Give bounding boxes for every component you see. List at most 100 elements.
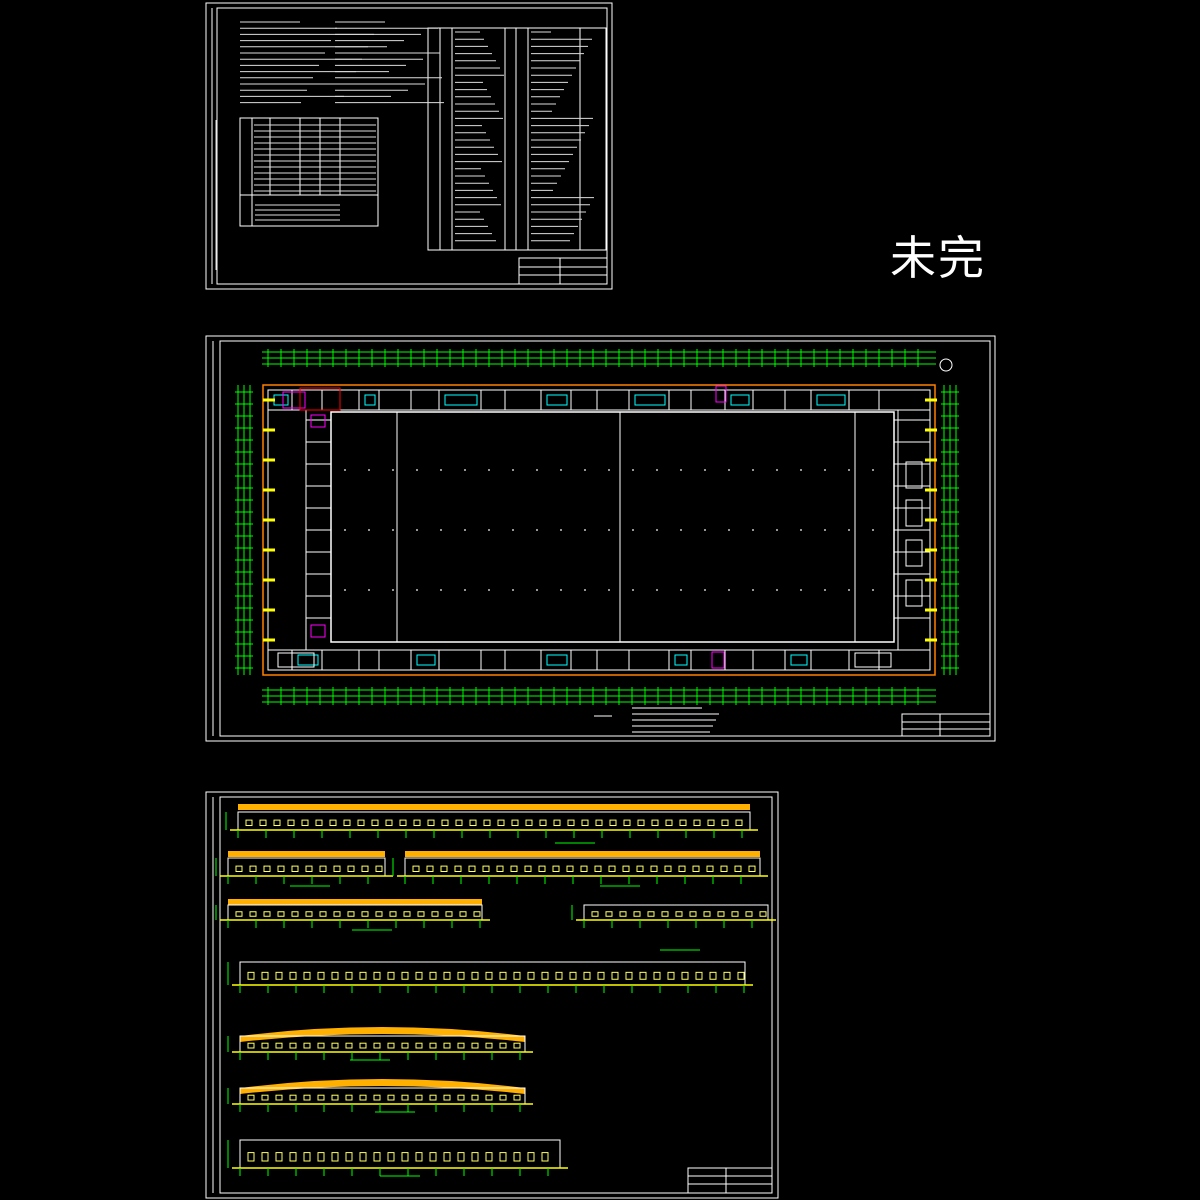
window <box>389 911 397 917</box>
stair <box>905 579 923 607</box>
window <box>650 865 658 872</box>
window <box>333 911 341 917</box>
window <box>527 1152 535 1162</box>
window <box>429 971 437 980</box>
window <box>471 971 479 980</box>
window <box>263 911 271 917</box>
room-fixture <box>364 394 376 406</box>
grid-dot <box>512 589 514 591</box>
elevation <box>215 851 393 884</box>
window <box>473 911 481 917</box>
facade <box>239 1035 526 1053</box>
grid-dot <box>416 469 418 471</box>
room-fixture <box>546 654 568 666</box>
window <box>637 819 645 826</box>
window <box>331 1042 339 1049</box>
window <box>619 911 627 917</box>
window <box>499 971 507 980</box>
window <box>513 1152 521 1162</box>
grid-dot <box>632 529 634 531</box>
window <box>597 971 605 980</box>
window <box>275 1152 283 1162</box>
window <box>513 971 521 980</box>
window <box>373 1042 381 1049</box>
window <box>261 971 269 980</box>
grid-dot <box>512 469 514 471</box>
window <box>387 971 395 980</box>
window <box>445 911 453 917</box>
grid-dot <box>440 589 442 591</box>
window <box>583 971 591 980</box>
window <box>359 971 367 980</box>
window <box>622 865 630 872</box>
floor-plan-sheet <box>205 335 996 742</box>
grid-dot <box>680 469 682 471</box>
window <box>289 1042 297 1049</box>
window <box>331 1094 339 1101</box>
grid-dot <box>440 529 442 531</box>
grid-dot <box>488 589 490 591</box>
window <box>361 911 369 917</box>
window <box>401 1094 409 1101</box>
window <box>569 971 577 980</box>
grid-dot <box>800 529 802 531</box>
grid-dot <box>536 529 538 531</box>
window <box>441 819 449 826</box>
window <box>457 1094 465 1101</box>
window <box>373 1094 381 1101</box>
window <box>527 971 535 980</box>
window <box>678 865 686 872</box>
grid-dot <box>344 589 346 591</box>
window <box>457 1152 465 1162</box>
grid-dot <box>752 529 754 531</box>
grid-dot <box>872 589 874 591</box>
window <box>259 819 267 826</box>
window <box>275 1094 283 1101</box>
window <box>689 911 697 917</box>
grid-dot <box>584 589 586 591</box>
roof-band <box>238 804 750 810</box>
grid-dot <box>560 529 562 531</box>
grid-dot <box>824 589 826 591</box>
grid-dot <box>800 469 802 471</box>
window <box>661 911 669 917</box>
window <box>277 911 285 917</box>
room-fixture <box>444 394 478 406</box>
window <box>717 911 725 917</box>
window <box>291 865 299 872</box>
window <box>387 1042 395 1049</box>
window <box>361 865 369 872</box>
grid-dot <box>776 589 778 591</box>
window <box>303 1042 311 1049</box>
window <box>706 865 714 872</box>
window <box>633 911 641 917</box>
grid-dot <box>608 529 610 531</box>
grid-dot <box>344 469 346 471</box>
window <box>471 1152 479 1162</box>
window <box>608 865 616 872</box>
window <box>667 971 675 980</box>
window <box>759 911 767 917</box>
roof-band <box>405 851 760 857</box>
grid-dot <box>752 469 754 471</box>
window <box>415 1094 423 1101</box>
design-notes-text-lines <box>215 21 594 270</box>
elevation <box>227 1079 533 1112</box>
window <box>275 971 283 980</box>
window <box>431 911 439 917</box>
window <box>317 1042 325 1049</box>
grid-dot <box>488 529 490 531</box>
window <box>261 1152 269 1162</box>
window <box>235 865 243 872</box>
grid-dot <box>632 469 634 471</box>
window <box>443 1152 451 1162</box>
grid-dot <box>584 469 586 471</box>
window <box>373 1152 381 1162</box>
window <box>375 865 383 872</box>
window <box>401 1152 409 1162</box>
window <box>333 865 341 872</box>
window <box>664 865 672 872</box>
window <box>359 1042 367 1049</box>
grid-dot <box>704 469 706 471</box>
window <box>301 819 309 826</box>
